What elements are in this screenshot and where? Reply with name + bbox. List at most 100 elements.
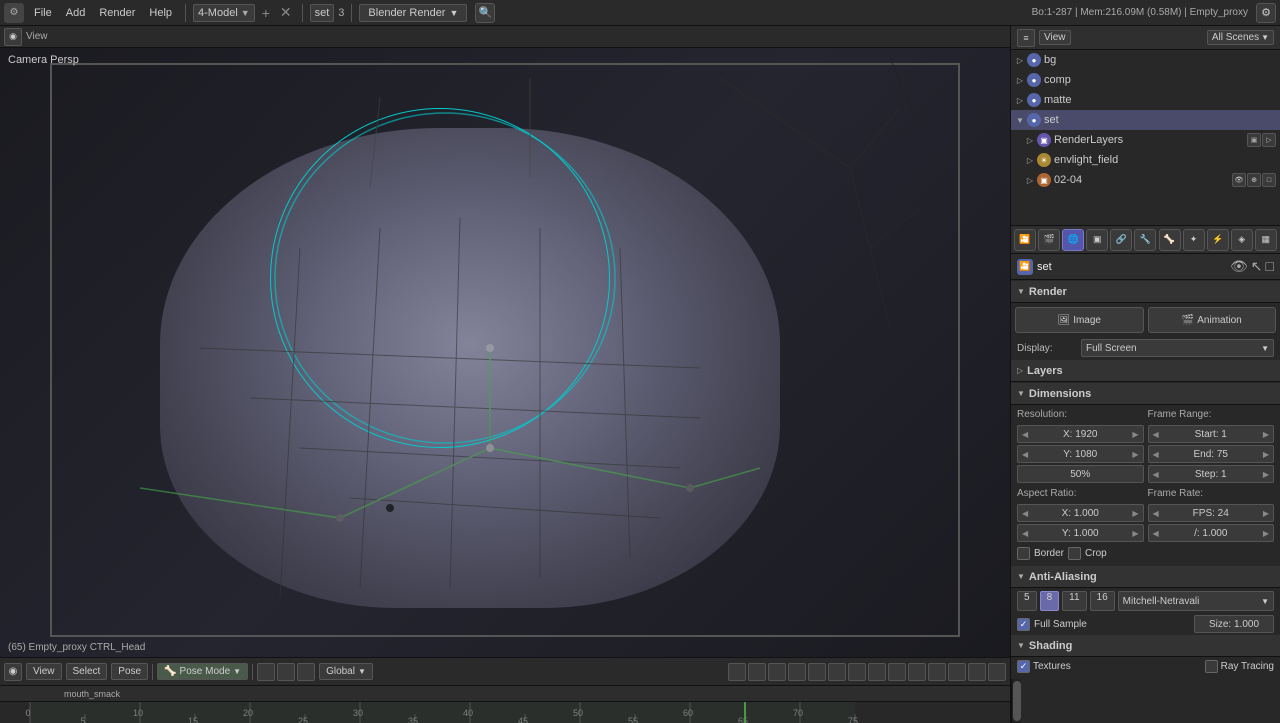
full-sample-checkbox[interactable]: ✓ <box>1017 618 1030 631</box>
render-icon-btn2[interactable]: ▷ <box>1262 133 1276 147</box>
arrow-right[interactable]: ▶ <box>1130 529 1140 538</box>
border-checkbox[interactable] <box>1017 547 1030 560</box>
texture-props-icon[interactable]: ▦ <box>1255 229 1277 251</box>
scroll-thumb[interactable] <box>1013 681 1021 721</box>
image-render-btn[interactable]: 🖼 Image <box>1015 307 1144 333</box>
mesh-icon[interactable]: ◉ <box>4 663 22 681</box>
close-workspace-btn[interactable]: ✕ <box>277 4 295 21</box>
percent-input[interactable]: 50% <box>1017 465 1144 483</box>
armature-props-icon[interactable]: 🦴 <box>1159 229 1181 251</box>
settings-icon[interactable]: ⚙ <box>1256 3 1276 23</box>
arrow-right[interactable]: ▶ <box>1130 430 1140 439</box>
layers-section-header[interactable]: ▷ Layers <box>1011 360 1280 382</box>
menu-help[interactable]: Help <box>143 5 178 21</box>
arrow-right[interactable]: ▶ <box>1261 529 1271 538</box>
menu-add[interactable]: Add <box>60 5 92 21</box>
snap-btn3[interactable] <box>297 663 315 681</box>
textures-checkbox[interactable]: ✓ <box>1017 660 1030 673</box>
timeline-ruler[interactable]: 0 5 10 15 20 25 30 35 40 45 50 <box>0 701 1010 723</box>
shading-section-header[interactable]: ▼ Shading <box>1011 635 1280 657</box>
ctrl-btn6[interactable] <box>828 663 846 681</box>
search-btn[interactable]: 🔍 <box>475 3 495 23</box>
res-y-input[interactable]: ◀ Y: 1080 ▶ <box>1017 445 1144 463</box>
res-x-input[interactable]: ◀ X: 1920 ▶ <box>1017 425 1144 443</box>
aa-8-btn[interactable]: 8 <box>1040 591 1060 611</box>
start-input[interactable]: ◀ Start: 1 ▶ <box>1148 425 1275 443</box>
end-input[interactable]: ◀ End: 75 ▶ <box>1148 445 1275 463</box>
ctrl-btn7[interactable] <box>848 663 866 681</box>
aa-section-header[interactable]: ▼ Anti-Aliasing <box>1011 566 1280 588</box>
arrow-left[interactable]: ◀ <box>1020 450 1030 459</box>
cursor-toggle-icon[interactable]: ↖ <box>1251 258 1263 275</box>
object-props-icon[interactable]: ▣ <box>1086 229 1108 251</box>
scene-name[interactable]: set <box>310 4 335 22</box>
ctrl-btn12[interactable] <box>948 663 966 681</box>
viewport-body[interactable]: Camera Persp (65) Empty_proxy CTRL_Head <box>0 48 1010 657</box>
menu-render[interactable]: Render <box>93 5 141 21</box>
arrow-right[interactable]: ▶ <box>1130 509 1140 518</box>
ctrl-btn5[interactable] <box>808 663 826 681</box>
fps2-input[interactable]: ◀ /: 1.000 ▶ <box>1148 524 1275 542</box>
arrow-left[interactable]: ◀ <box>1151 529 1161 538</box>
ctrl-btn3[interactable] <box>768 663 786 681</box>
arrow-left[interactable]: ◀ <box>1151 470 1161 479</box>
animation-render-btn[interactable]: 🎬 Animation <box>1148 307 1277 333</box>
scene-dropdown[interactable]: All Scenes ▼ <box>1207 30 1274 45</box>
arrow-left[interactable]: ◀ <box>1020 509 1030 518</box>
ctrl-btn2[interactable] <box>748 663 766 681</box>
crop-checkbox[interactable] <box>1068 547 1081 560</box>
arrow-left[interactable]: ◀ <box>1151 450 1161 459</box>
arrow-left[interactable]: ◀ <box>1151 430 1161 439</box>
engine-selector[interactable]: Blender Render ▼ <box>359 4 467 22</box>
arrow-right[interactable]: ▶ <box>1261 509 1271 518</box>
outliner-item-matte[interactable]: ▷ ● matte <box>1011 90 1280 110</box>
view-label[interactable]: View <box>26 31 48 42</box>
arrow-left[interactable]: ◀ <box>1020 430 1030 439</box>
eye-icon[interactable]: 👁 <box>1232 173 1246 187</box>
select-btn[interactable]: Select <box>66 663 108 680</box>
render-props-icon[interactable]: 🎦 <box>1014 229 1036 251</box>
view-icon[interactable]: ◉ <box>4 28 22 46</box>
arrow-left[interactable]: ◀ <box>1151 509 1161 518</box>
arrow-left[interactable]: ◀ <box>1020 529 1030 538</box>
right-scrollbar[interactable] <box>1011 679 1021 723</box>
render-icon-btn[interactable]: ▣ <box>1247 133 1261 147</box>
aa-5-btn[interactable]: 5 <box>1017 591 1037 611</box>
ctrl-btn11[interactable] <box>928 663 946 681</box>
ray-tracing-checkbox[interactable] <box>1205 660 1218 673</box>
particle-props-icon[interactable]: ✦ <box>1183 229 1205 251</box>
size-input[interactable]: Size: 1.000 <box>1194 615 1274 633</box>
arrow-right[interactable]: ▶ <box>1261 450 1271 459</box>
outliner-item-envlight[interactable]: ▷ ☀ envlight_field <box>1011 150 1280 170</box>
fps-input[interactable]: ◀ FPS: 24 ▶ <box>1148 504 1275 522</box>
view-btn[interactable]: View <box>1039 30 1071 45</box>
arrow-right[interactable]: ▶ <box>1130 450 1140 459</box>
ctrl-btn4[interactable] <box>788 663 806 681</box>
ctrl-btn13[interactable] <box>968 663 986 681</box>
ctrl-btn8[interactable] <box>868 663 886 681</box>
ay-input[interactable]: ◀ Y: 1.000 ▶ <box>1017 524 1144 542</box>
physics-props-icon[interactable]: ⚡ <box>1207 229 1229 251</box>
snap-btn2[interactable] <box>277 663 295 681</box>
cursor-icon[interactable]: ⊕ <box>1247 173 1261 187</box>
outliner-item-bg[interactable]: ▷ ● bg <box>1011 50 1280 70</box>
modifier-props-icon[interactable]: 🔧 <box>1134 229 1156 251</box>
mode-selector[interactable]: 🦴 Pose Mode ▼ <box>157 663 248 680</box>
orientation-selector[interactable]: Global ▼ <box>319 663 373 680</box>
search-icon[interactable]: 🔍 <box>475 3 495 23</box>
ctrl-btn14[interactable] <box>988 663 1006 681</box>
outliner-item-02-04[interactable]: ▷ ▣ 02-04 👁 ⊕ □ <box>1011 170 1280 190</box>
render-icon-sm[interactable]: □ <box>1262 173 1276 187</box>
workspace-selector[interactable]: 4-Model ▼ <box>193 4 255 22</box>
render-section-header[interactable]: ▼ Render <box>1011 281 1280 303</box>
menu-file[interactable]: File <box>28 5 58 21</box>
snap-btn1[interactable] <box>257 663 275 681</box>
outliner-item-set[interactable]: ▼ ● set <box>1011 110 1280 130</box>
arrow-right[interactable]: ▶ <box>1261 430 1271 439</box>
ctrl-btn1[interactable] <box>728 663 746 681</box>
constraint-props-icon[interactable]: 🔗 <box>1110 229 1132 251</box>
ctrl-btn9[interactable] <box>888 663 906 681</box>
aa-11-btn[interactable]: 11 <box>1062 591 1086 611</box>
outliner-item-renderlayers[interactable]: ▷ ▣ RenderLayers ▣ ▷ <box>1011 130 1280 150</box>
outliner-icon[interactable]: ≡ <box>1017 29 1035 47</box>
